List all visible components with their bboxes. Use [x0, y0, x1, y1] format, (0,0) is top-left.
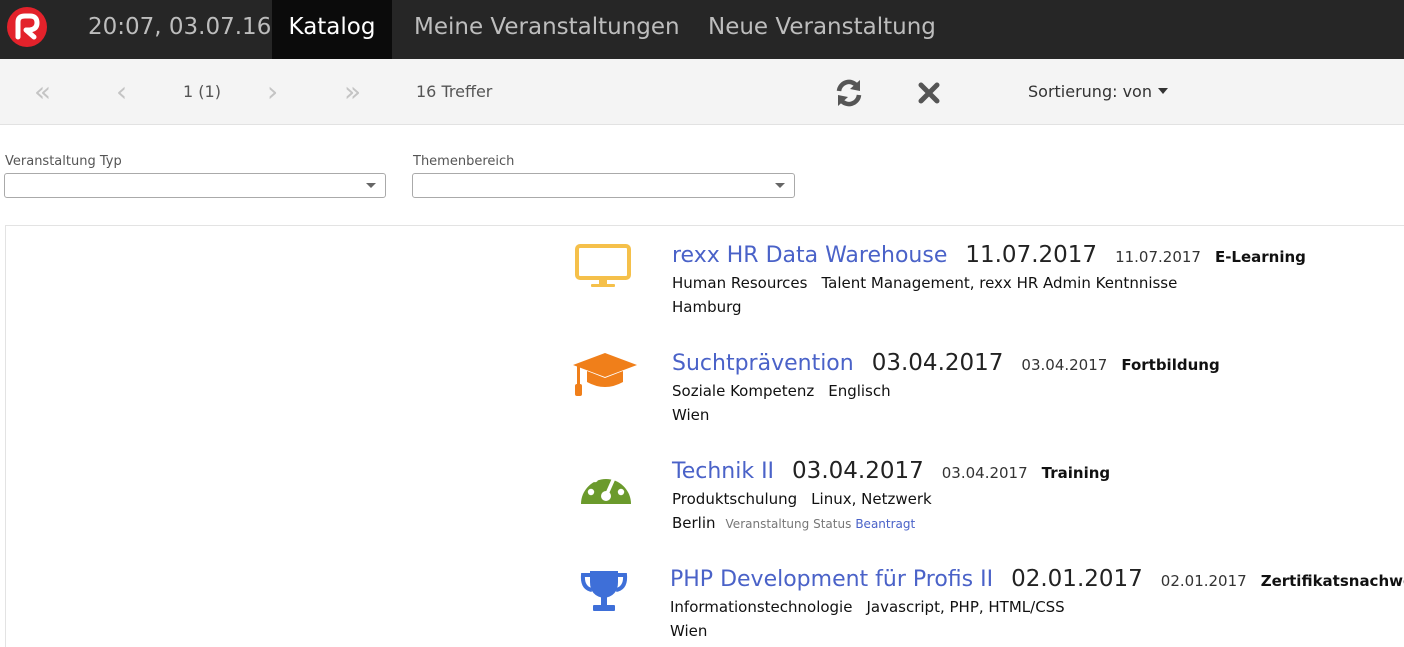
event-start-date: 02.01.2017 — [1011, 566, 1143, 592]
next-page-icon[interactable]: › — [267, 59, 278, 125]
chevron-down-icon — [366, 183, 376, 188]
graduation-cap-icon — [573, 353, 637, 396]
top-navigation-bar: 20:07, 03.07.16 Katalog Meine Veranstalt… — [0, 0, 1404, 59]
tab-neue-veranstaltung[interactable]: Neue Veranstaltung — [708, 0, 936, 59]
tab-katalog[interactable]: Katalog — [272, 0, 392, 59]
event-end-date: 11.07.2017 — [1115, 248, 1201, 266]
page-indicator: 1 (1) — [183, 82, 221, 101]
event-end-date: 02.01.2017 — [1160, 572, 1247, 590]
event-start-date: 03.04.2017 — [871, 350, 1004, 376]
close-icon[interactable] — [917, 81, 941, 105]
rexx-logo-icon[interactable] — [6, 6, 48, 48]
sort-dropdown[interactable]: Sortierung: von — [1028, 59, 1168, 125]
monitor-icon — [575, 244, 631, 287]
first-page-icon[interactable]: « — [34, 59, 51, 125]
event-tags: Linux, Netzwerk — [811, 490, 932, 508]
pagination-toolbar: « ‹ 1 (1) › » 16 Treffer Sortierung: von — [0, 59, 1404, 125]
previous-page-icon[interactable]: ‹ — [116, 59, 127, 125]
dashboard-icon — [581, 469, 631, 504]
sort-label: Sortierung: von — [1028, 82, 1152, 101]
hit-count: 16 Treffer — [416, 82, 493, 101]
filter-topic-label: Themenbereich — [413, 154, 515, 169]
event-category: Soziale Kompetenz — [672, 382, 815, 400]
event-type: Zertifikatsnachweis — [1260, 572, 1404, 590]
event-start-date: 03.04.2017 — [792, 458, 924, 484]
event-category: Informationstechnologie — [670, 598, 853, 616]
event-category: Produktschulung — [672, 490, 798, 508]
trophy-icon — [580, 571, 628, 611]
event-tags: Javascript, PHP, HTML/CSS — [866, 598, 1065, 616]
event-title-link[interactable]: Technik II — [672, 459, 774, 484]
event-category: Human Resources — [672, 274, 808, 292]
event-status-label: Veranstaltung Status — [725, 517, 852, 531]
filter-type-label: Veranstaltung Typ — [5, 154, 122, 169]
event-title-link[interactable]: PHP Development für Profis II — [670, 567, 993, 592]
event-tags: Talent Management, rexx HR Admin Kentnni… — [821, 274, 1178, 292]
filter-topic-select[interactable] — [412, 173, 795, 198]
event-tags: Englisch — [828, 382, 891, 400]
current-datetime: 20:07, 03.07.16 — [88, 14, 272, 40]
event-status-value[interactable]: Beantragt — [855, 517, 915, 531]
last-page-icon[interactable]: » — [344, 59, 361, 125]
event-type: Training — [1041, 464, 1111, 482]
event-location: Wien — [670, 622, 708, 640]
event-title-link[interactable]: rexx HR Data Warehouse — [672, 243, 947, 268]
caret-down-icon — [1157, 88, 1168, 94]
tab-meine-veranstaltungen[interactable]: Meine Veranstaltungen — [414, 0, 680, 59]
event-start-date: 11.07.2017 — [965, 242, 1098, 268]
event-location: Berlin — [672, 514, 716, 532]
event-location: Wien — [672, 406, 710, 424]
event-type: Fortbildung — [1121, 356, 1220, 374]
event-type: E-Learning — [1214, 248, 1306, 266]
filter-type-select[interactable] — [4, 173, 386, 198]
refresh-icon[interactable] — [833, 77, 865, 109]
chevron-down-icon — [775, 183, 785, 188]
event-location: Hamburg — [672, 298, 742, 316]
event-title-link[interactable]: Suchtprävention — [672, 351, 854, 376]
event-end-date: 03.04.2017 — [1021, 356, 1108, 374]
event-end-date: 03.04.2017 — [941, 464, 1028, 482]
